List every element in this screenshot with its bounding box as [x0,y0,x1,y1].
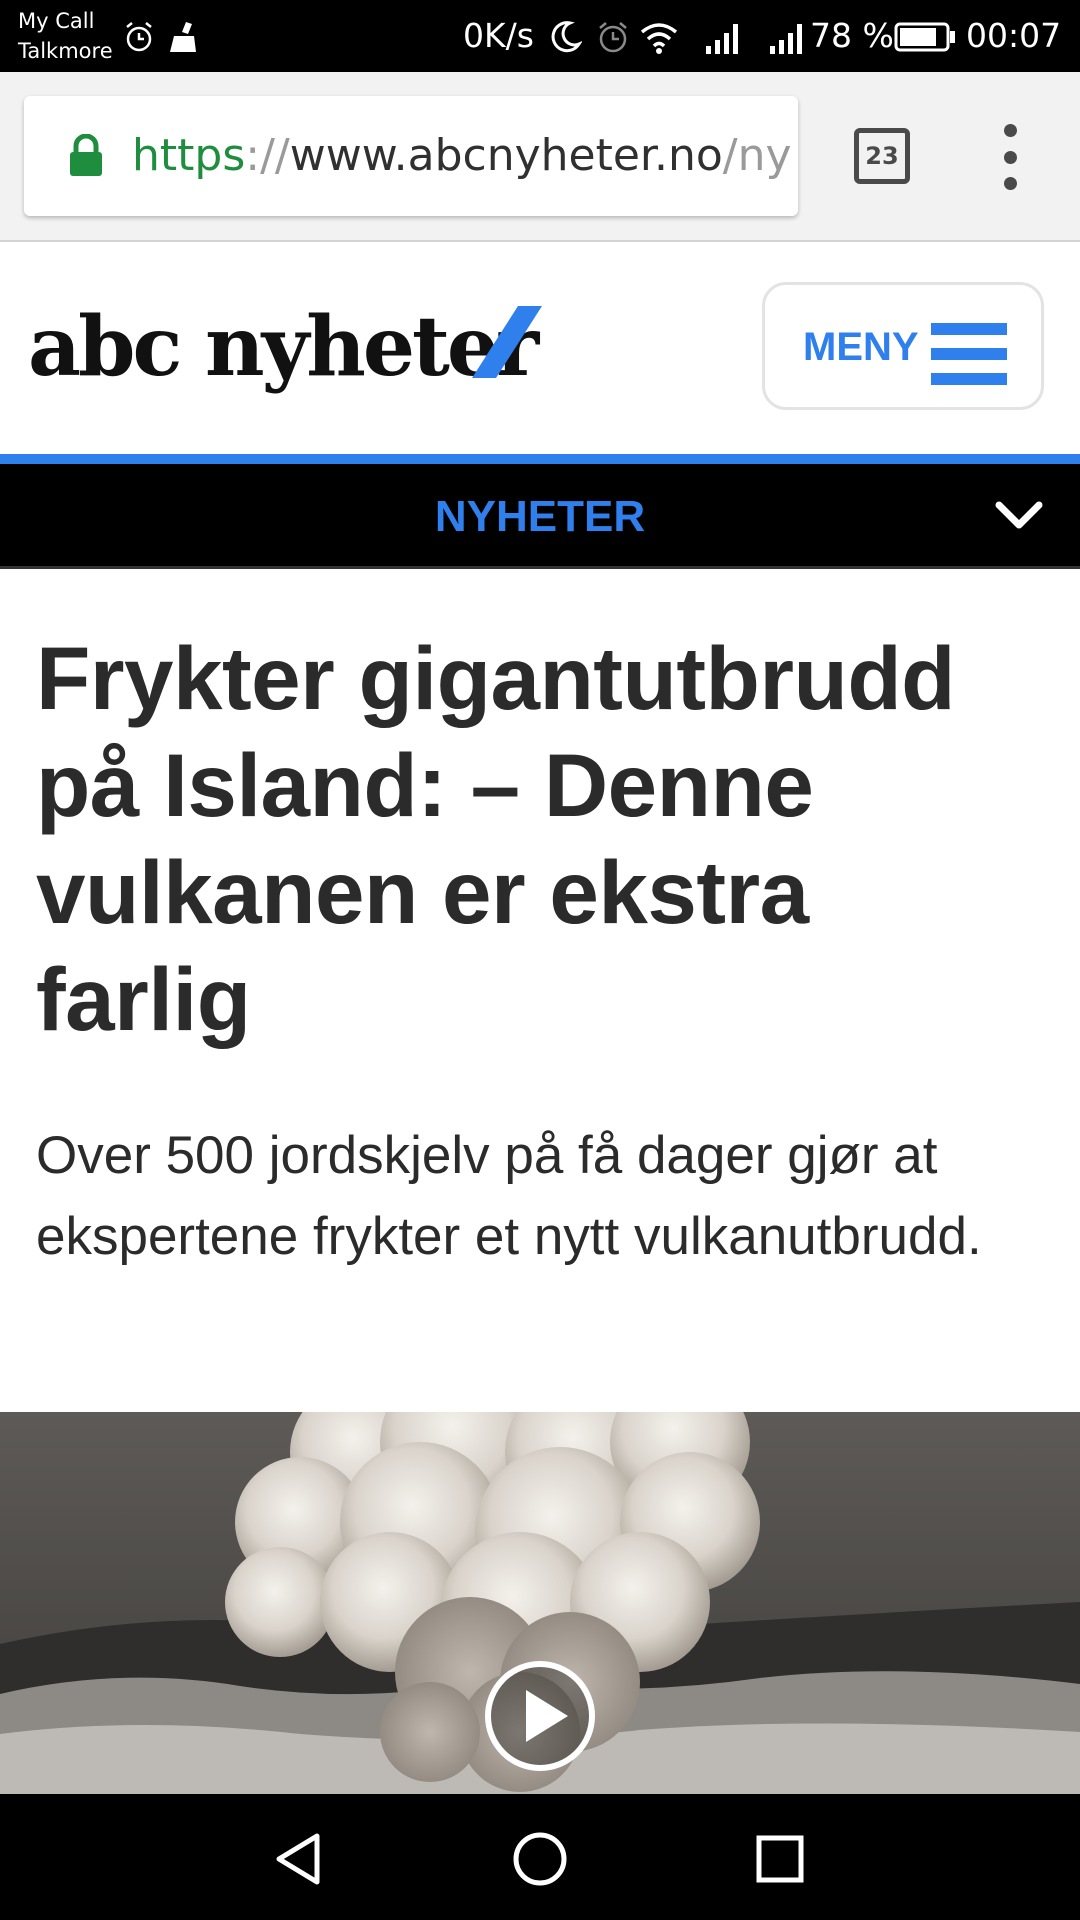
article-headline: Frykter gigantutbrudd på Island: – Denne… [36,628,956,1049]
url-path: /ny [722,130,792,181]
system-nav-bar [0,1794,1080,1920]
url-host: www.abcnyheter.no [289,130,723,181]
section-selector[interactable]: NYHETER [0,464,1080,568]
browser-toolbar: https://www.abcnyheter.no/ny 23 [0,72,1080,242]
url-text[interactable]: https://www.abcnyheter.no/ny [132,126,792,186]
play-icon[interactable] [484,1660,596,1772]
chevron-down-icon[interactable] [994,498,1044,534]
battery-percent: 78 % [810,16,894,55]
home-icon[interactable] [505,1824,575,1894]
menu-label: MENY [803,325,919,369]
hamburger-icon [931,323,1007,385]
wifi-icon [640,23,678,54]
url-scheme: https [132,130,246,181]
section-label: NYHETER [434,492,646,541]
net-speed: 0K/s [463,16,534,55]
status-bar: My Call Talkmore 0K/s 78 % 00:07 [0,0,1080,72]
alarm-icon [599,22,627,53]
signal-icon [706,24,738,54]
clock: 00:07 [966,16,1062,55]
cleaner-icon [170,22,196,52]
header-divider [0,454,1080,464]
lock-icon [70,134,102,176]
site-logo[interactable]: abc nyheter [28,292,539,402]
carrier-line-2: Talkmore [18,39,113,63]
article-lead: Over 500 jordskjelv på få dager gjør at … [36,1126,982,1266]
carrier-line-1: My Call [18,9,95,33]
tab-switcher-button[interactable]: 23 [854,128,910,184]
recents-icon[interactable] [745,1824,815,1894]
alarm-icon [126,22,152,52]
overflow-menu-icon[interactable] [990,124,1030,190]
battery-icon [894,22,955,52]
moon-icon [551,21,582,53]
signal-icon [770,24,802,54]
address-bar[interactable]: https://www.abcnyheter.no/ny [24,96,798,216]
back-icon[interactable] [265,1824,335,1894]
site-header: abc nyheter MENY [0,244,1080,454]
logo-slash-mark [472,306,542,378]
section-divider [0,566,1080,569]
carrier-name: My Call Talkmore [18,6,113,66]
url-separator: :// [245,130,290,181]
menu-button[interactable]: MENY [762,282,1044,410]
